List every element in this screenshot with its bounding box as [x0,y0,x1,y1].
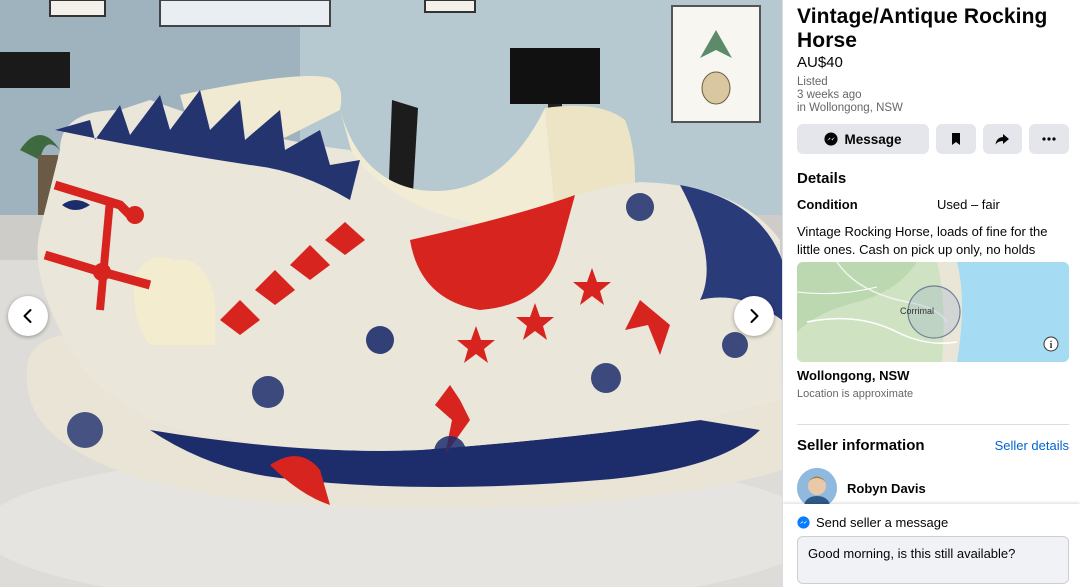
chevron-right-icon [750,309,759,323]
listing-description: Vintage Rocking Horse, loads of fine for… [797,224,1048,257]
seller-profile[interactable]: Robyn Davis [797,468,1069,508]
bookmark-icon [951,133,960,145]
listing-photo [0,0,782,587]
listing-location: in Wollongong, NSW [797,102,903,114]
share-button[interactable] [982,124,1023,154]
message-button[interactable]: Message [797,124,929,154]
rocking-horse-image [0,0,782,587]
listing-price: AU$40 [797,54,843,71]
save-button[interactable] [935,124,976,154]
message-button-label: Message [844,131,902,147]
more-icon [1042,137,1056,141]
seller-avatar-image [797,468,837,508]
messenger-icon [824,132,839,146]
avatar[interactable] [797,468,837,508]
action-bar: Message [797,124,1070,154]
send-message-text: Send seller a message [816,515,949,530]
location-map[interactable]: i Corrimal [797,262,1069,362]
listed-label: Listed [797,76,828,88]
more-options-button[interactable] [1029,124,1070,154]
seller-heading: Seller information [797,437,925,454]
next-image-button[interactable] [734,296,774,336]
send-message-panel: Send seller a message Good morning, is t… [783,504,1080,587]
details-heading: Details [797,170,847,187]
map-location-name: Wollongong, NSW [797,368,910,383]
send-message-label: Send seller a message [797,515,948,530]
section-divider [797,424,1069,425]
listing-title: Vintage/Antique Rocking Horse [797,5,1048,52]
share-icon [995,134,1010,145]
svg-text:i: i [1050,340,1053,351]
seller-name[interactable]: Robyn Davis [847,481,926,496]
listing-sidebar: Vintage/Antique Rocking Horse AU$40 List… [782,0,1080,587]
seller-section-header: Seller information Seller details [797,437,1069,454]
condition-row: Condition Used – fair [797,197,1069,212]
map-approximate-note: Location is approximate [797,388,914,400]
seller-details-link[interactable]: Seller details [995,438,1069,453]
previous-image-button[interactable] [8,296,48,336]
chevron-left-icon [23,309,32,323]
condition-label: Condition [797,197,858,212]
map-place-label: Corrimal [900,306,935,316]
listed-time: 3 weeks ago [797,89,862,101]
message-input[interactable]: Good morning, is this still available? [797,536,1069,584]
condition-value: Used – fair [937,197,1000,212]
messenger-icon [797,516,810,529]
